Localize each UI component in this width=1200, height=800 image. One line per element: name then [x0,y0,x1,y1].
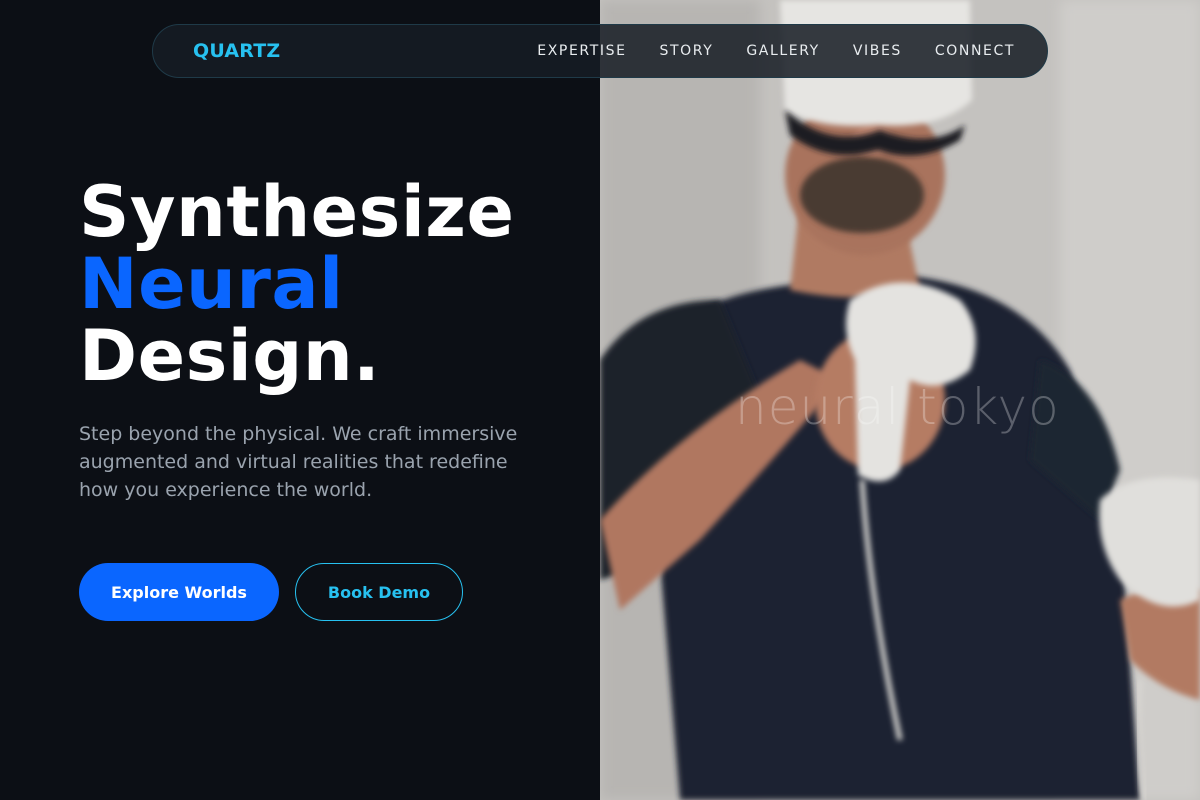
nav-links: EXPERTISE STORY GALLERY VIBES CONNECT [537,43,1015,59]
brand-logo[interactable]: QUARTZ [193,40,280,62]
nav-link-gallery[interactable]: GALLERY [746,43,819,59]
nav-link-vibes[interactable]: VIBES [853,43,902,59]
nav-link-connect[interactable]: CONNECT [935,43,1015,59]
top-navigation-bar: QUARTZ EXPERTISE STORY GALLERY VIBES CON… [152,24,1048,78]
watermark-text: neural tokyo [735,378,1060,436]
hero-heading-line-3: Design. [79,315,381,397]
hero-heading-line-1: Synthesize [79,171,515,253]
explore-worlds-button[interactable]: Explore Worlds [79,563,279,621]
hero-description: Step beyond the physical. We craft immer… [79,423,518,501]
left-panel [0,0,600,800]
hero-heading: Synthesize Neural Design. [79,176,515,392]
nav-link-story[interactable]: STORY [660,43,714,59]
hero-image: neural tokyo [600,0,1200,800]
hero-heading-line-2: Neural [79,243,344,325]
book-demo-button[interactable]: Book Demo [295,563,463,621]
nav-link-expertise[interactable]: EXPERTISE [537,43,626,59]
